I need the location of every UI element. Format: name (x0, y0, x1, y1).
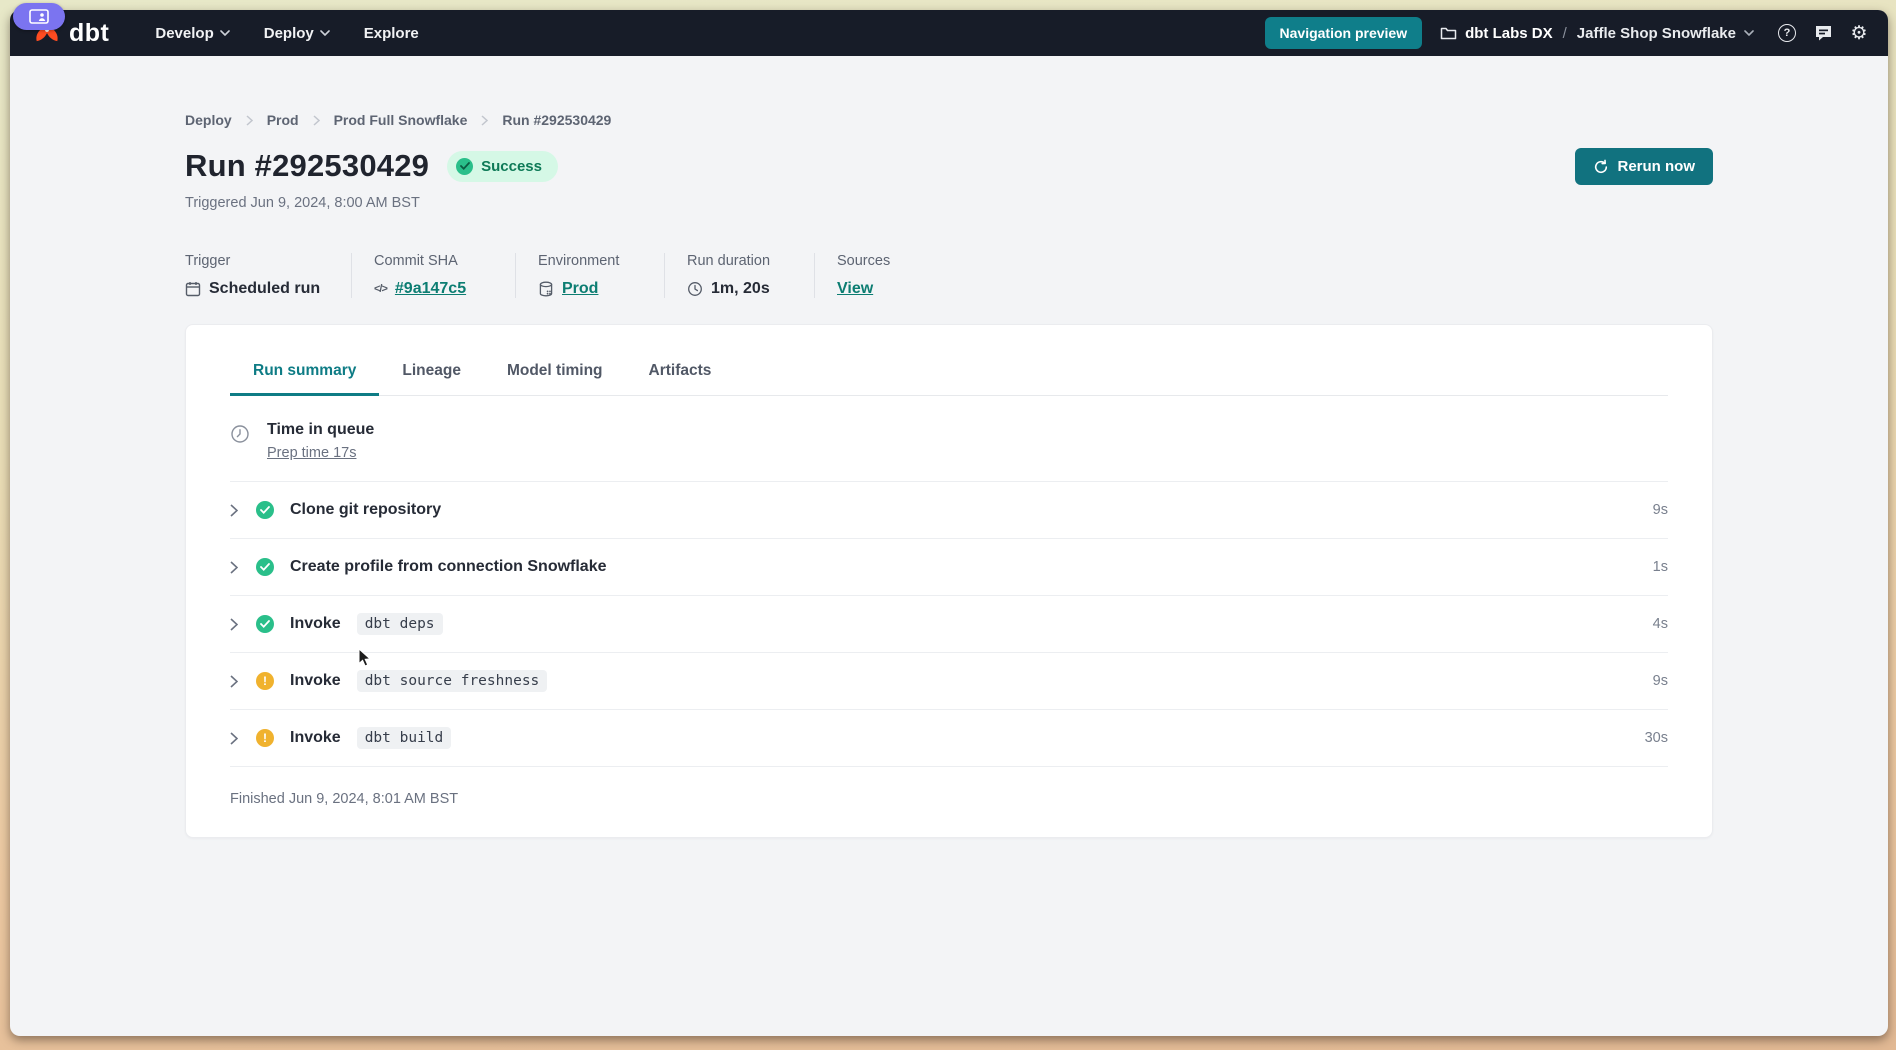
queue-clock-icon (230, 424, 250, 449)
tab-artifacts[interactable]: Artifacts (626, 351, 735, 396)
success-check-icon (256, 501, 274, 519)
step-command: dbt source freshness (357, 670, 548, 692)
trigger-value: Scheduled run (209, 280, 320, 298)
path-separator: / (1563, 25, 1567, 42)
tab-bar: Run summary Lineage Model timing Artifac… (230, 325, 1668, 396)
chevron-down-icon (320, 30, 330, 36)
run-detail-page: Deploy Prod Prod Full Snowflake Run #292… (10, 56, 1888, 1036)
chevron-right-icon[interactable] (230, 561, 240, 574)
environment-link[interactable]: Prod (562, 280, 598, 298)
success-check-icon (256, 558, 274, 576)
tab-run-summary[interactable]: Run summary (230, 351, 379, 396)
project-switcher[interactable]: dbt Labs DX / Jaffle Shop Snowflake (1440, 25, 1754, 42)
step-label: Invoke (290, 672, 341, 690)
page-title: Run #292530429 (185, 148, 429, 184)
screen-share-badge[interactable] (13, 3, 65, 30)
nav-menu-develop[interactable]: Develop (141, 17, 243, 50)
desktop-backdrop: dbt Develop Deploy Explore Navigation pr… (0, 0, 1896, 1050)
tab-lineage[interactable]: Lineage (379, 351, 484, 396)
warning-icon: ! (256, 672, 274, 690)
calendar-icon (185, 281, 201, 297)
chevron-right-icon[interactable] (230, 675, 240, 688)
step-row-clone-git[interactable]: Clone git repository 9s (230, 482, 1668, 539)
step-row-create-profile[interactable]: Create profile from connection Snowflake… (230, 539, 1668, 596)
nav-menu-explore[interactable]: Explore (350, 17, 433, 50)
step-duration: 4s (1653, 616, 1668, 632)
meta-sources: Sources View (837, 253, 912, 298)
gear-icon[interactable]: ⚙ (1848, 22, 1870, 44)
nav-menu-deploy[interactable]: Deploy (250, 17, 344, 50)
chevron-right-icon[interactable] (230, 732, 240, 745)
time-in-queue-row: Time in queue Prep time 17s (230, 396, 1668, 482)
step-label: Clone git repository (290, 501, 441, 519)
top-nav: dbt Develop Deploy Explore Navigation pr… (10, 10, 1888, 56)
prep-time-link[interactable]: Prep time 17s (267, 445, 356, 461)
screen-share-icon (29, 9, 49, 24)
finished-timestamp: Finished Jun 9, 2024, 8:01 AM BST (230, 767, 1668, 837)
warning-icon: ! (256, 729, 274, 747)
step-row-dbt-deps[interactable]: Invoke dbt deps 4s (230, 596, 1668, 653)
meta-run-duration: Run duration 1m, 20s (687, 253, 815, 298)
status-badge-label: Success (481, 158, 542, 175)
meta-trigger: Trigger Scheduled run (185, 253, 352, 298)
step-row-dbt-source-freshness[interactable]: ! Invoke dbt source freshness 9s (230, 653, 1668, 710)
sources-view-link[interactable]: View (837, 280, 873, 298)
breadcrumb-deploy[interactable]: Deploy (185, 112, 232, 128)
step-command: dbt deps (357, 613, 443, 635)
dbt-logo-text: dbt (69, 19, 109, 48)
breadcrumb-prod[interactable]: Prod (267, 112, 299, 128)
tab-model-timing[interactable]: Model timing (484, 351, 626, 396)
commit-sha-link[interactable]: #9a147c5 (395, 280, 466, 298)
step-command: dbt build (357, 727, 452, 749)
triggered-timestamp: Triggered Jun 9, 2024, 8:00 AM BST (185, 195, 558, 211)
breadcrumb-job[interactable]: Prod Full Snowflake (334, 112, 468, 128)
status-badge: Success (447, 151, 558, 182)
rerun-now-button[interactable]: Rerun now (1575, 148, 1714, 185)
chevron-down-icon (1744, 30, 1754, 36)
chevron-down-icon (220, 30, 230, 36)
breadcrumb: Deploy Prod Prod Full Snowflake Run #292… (185, 112, 1713, 128)
breadcrumb-separator-icon (313, 115, 320, 126)
queue-title: Time in queue (267, 421, 374, 439)
meta-commit-sha: Commit SHA </> #9a147c5 (374, 253, 516, 298)
project-name: Jaffle Shop Snowflake (1577, 25, 1736, 42)
chevron-right-icon[interactable] (230, 618, 240, 631)
help-icon[interactable]: ? (1776, 22, 1798, 44)
navigation-preview-button[interactable]: Navigation preview (1265, 17, 1423, 49)
account-name: dbt Labs DX (1465, 25, 1553, 42)
step-duration: 1s (1653, 559, 1668, 575)
folder-icon (1440, 26, 1457, 40)
step-row-dbt-build[interactable]: ! Invoke dbt build 30s (230, 710, 1668, 767)
step-label: Invoke (290, 729, 341, 747)
meta-environment: Environment Prod (538, 253, 665, 298)
code-icon: </> (374, 283, 387, 295)
step-label: Invoke (290, 615, 341, 633)
breadcrumb-separator-icon (481, 115, 488, 126)
step-duration: 9s (1653, 502, 1668, 518)
breadcrumb-separator-icon (246, 115, 253, 126)
database-icon (538, 281, 554, 297)
app-window: dbt Develop Deploy Explore Navigation pr… (10, 10, 1888, 1036)
run-summary-card: Run summary Lineage Model timing Artifac… (185, 324, 1713, 838)
success-check-icon (256, 615, 274, 633)
success-check-icon (456, 158, 473, 175)
step-label: Create profile from connection Snowflake (290, 558, 607, 576)
chevron-right-icon[interactable] (230, 504, 240, 517)
clock-icon (687, 281, 703, 297)
refresh-icon (1593, 159, 1609, 175)
run-metadata: Trigger Scheduled run Commit SHA </> # (185, 253, 1713, 298)
step-duration: 30s (1645, 730, 1668, 746)
breadcrumb-run[interactable]: Run #292530429 (502, 112, 611, 128)
step-duration: 9s (1653, 673, 1668, 689)
feedback-icon[interactable] (1812, 22, 1834, 44)
run-duration-value: 1m, 20s (711, 280, 770, 298)
